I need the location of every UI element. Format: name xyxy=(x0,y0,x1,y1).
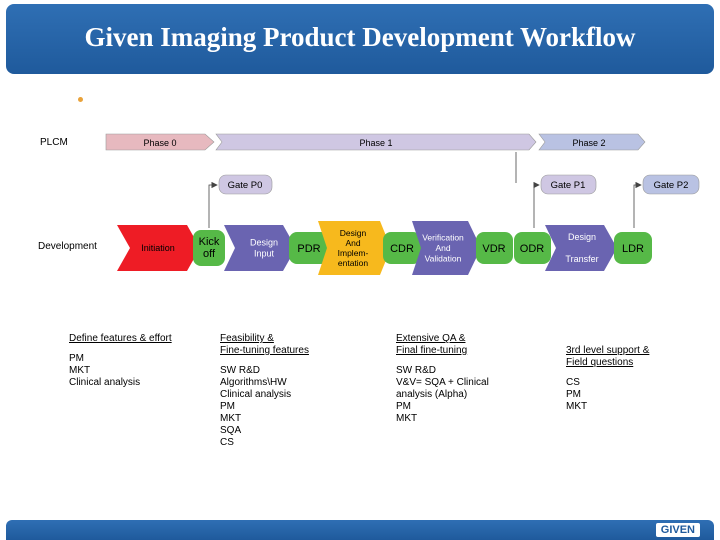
list-item: SQA xyxy=(220,425,242,436)
list-item: MKT xyxy=(396,413,418,424)
gate-p2-label: Gate P2 xyxy=(654,180,689,191)
column-heading: 3rd level support & Field questions xyxy=(566,345,650,368)
design-impl-label: Design And Implem-entation xyxy=(338,228,369,268)
connector-p0 xyxy=(208,181,218,228)
list-item: Algorithms\HW xyxy=(220,377,287,388)
footer-bar: GIVEN xyxy=(6,520,714,540)
cdr-label: CDR xyxy=(390,243,414,255)
column-phase0: Define features & effort PM MKT Clinical… xyxy=(69,333,172,389)
odr-label: ODR xyxy=(520,243,545,255)
list-item: PM xyxy=(220,401,235,412)
development-row-label: Development xyxy=(38,241,97,252)
list-item: MKT xyxy=(220,413,242,424)
initiation-label: Initiation xyxy=(141,243,175,253)
column-heading: Extensive QA & Final fine-tuning xyxy=(396,333,468,356)
list-item: MKT xyxy=(69,365,91,376)
list-item: MKT xyxy=(566,401,588,412)
list-item: Clinical analysis xyxy=(220,389,292,400)
design-input-label: Design Input xyxy=(250,238,278,259)
gate-p0-label: Gate P0 xyxy=(228,180,263,191)
ldr-label: LDR xyxy=(622,243,644,255)
list-item: CS xyxy=(220,437,234,448)
list-item: PM xyxy=(396,401,411,412)
vdr-label: VDR xyxy=(482,243,505,255)
workflow-diagram: Phase 0 Phase 1 Phase 2 Gate P0 Gate P1 … xyxy=(105,133,700,275)
column-phase1b: Extensive QA & Final fine-tuning SW R&D … xyxy=(396,333,489,425)
list-item: PM xyxy=(69,353,84,364)
phase-1-label: Phase 1 xyxy=(359,138,392,148)
plcm-row-label: PLCM xyxy=(40,137,68,148)
list-item: SW R&D xyxy=(396,365,436,376)
list-item: analysis (Alpha) xyxy=(396,389,468,400)
column-heading: Feasibility & Fine-tuning features xyxy=(220,333,309,356)
gate-p1-label: Gate P1 xyxy=(551,180,586,191)
pdr-label: PDR xyxy=(297,243,320,255)
list-item: PM xyxy=(566,389,581,400)
phase-0-label: Phase 0 xyxy=(143,138,176,148)
connector-p2 xyxy=(633,181,642,228)
column-heading: Define features & effort xyxy=(69,333,172,344)
list-item: CS xyxy=(566,377,580,388)
phase-2-label: Phase 2 xyxy=(572,138,605,148)
list-item: V&V= SQA + Clinical xyxy=(396,377,489,388)
connector-p1 xyxy=(533,181,540,228)
list-item: SW R&D xyxy=(220,365,260,376)
company-logo: GIVEN xyxy=(655,523,700,537)
list-item: Clinical analysis xyxy=(69,377,141,388)
column-phase1a: Feasibility & Fine-tuning features SW R&… xyxy=(220,333,309,449)
column-phase2: 3rd level support & Field questions CS P… xyxy=(566,345,649,413)
